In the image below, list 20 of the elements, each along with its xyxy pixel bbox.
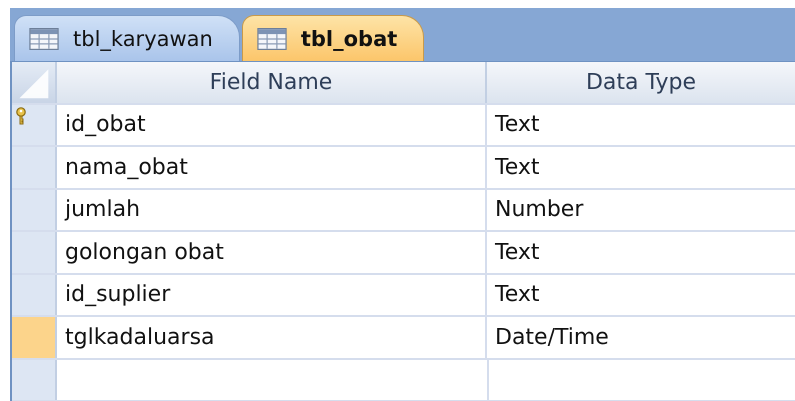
field-name-cell[interactable]: nama_obat (57, 147, 487, 188)
row-selector[interactable] (12, 104, 57, 145)
data-type-cell[interactable]: Date/Time (487, 317, 795, 358)
data-type-cell[interactable]: Number (487, 190, 795, 230)
field-name-cell[interactable]: id_obat (57, 104, 487, 145)
field-name-cell[interactable]: id_suplier (57, 274, 487, 315)
field-name-cell[interactable]: golongan obat (57, 232, 487, 272)
table-icon (29, 28, 59, 50)
column-header[interactable]: Field Name (57, 62, 487, 102)
table-tab[interactable]: tbl_karyawan (14, 15, 240, 61)
data-type-cell[interactable]: Text (487, 104, 795, 145)
column-header[interactable]: Data Type (487, 62, 795, 102)
table-icon (256, 28, 287, 50)
data-type-cell[interactable]: Text (487, 232, 795, 272)
data-type-cell[interactable]: Text (487, 274, 795, 315)
field-name-cell[interactable]: jumlah (57, 190, 487, 230)
data-type-cell[interactable]: Text (487, 147, 795, 188)
table-tab[interactable]: tbl_obat (242, 15, 424, 61)
new-record-row[interactable] (12, 360, 795, 401)
field-name-cell[interactable]: tglkadaluarsa (57, 317, 487, 358)
